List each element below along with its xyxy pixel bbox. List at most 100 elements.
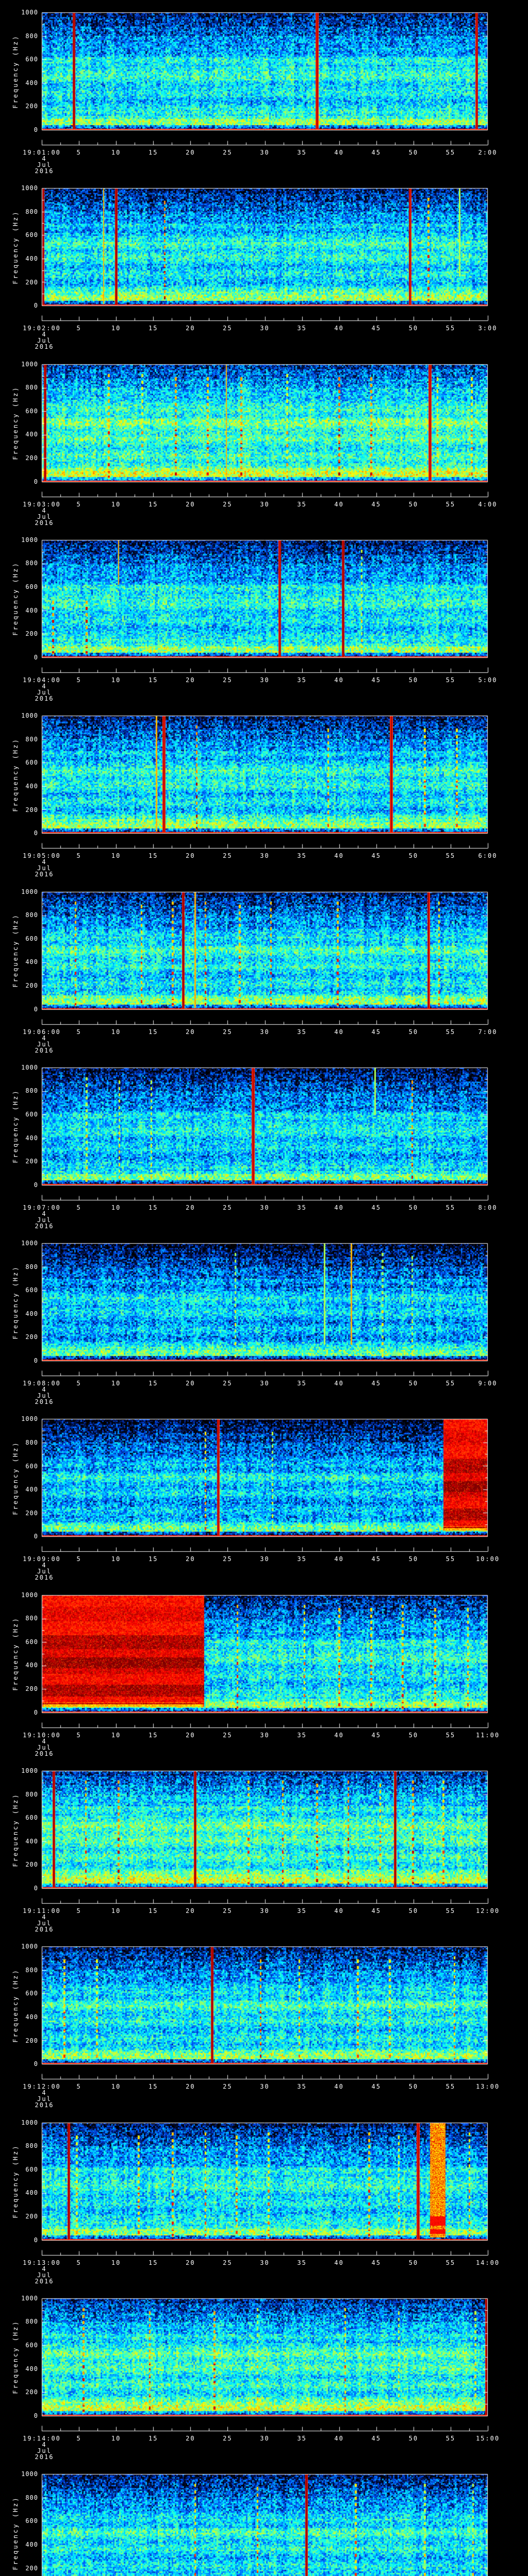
y-tick-label: 800 (25, 911, 38, 919)
y-tick-label: 800 (25, 1615, 38, 1622)
x-tick-label: 25 (223, 1380, 233, 1387)
x-tick-label: 30 (260, 1731, 270, 1739)
x-tick-label: 50 (408, 1380, 419, 1387)
y-tick-label: 200 (25, 1509, 38, 1517)
x-tick-label: 15 (148, 852, 158, 860)
x-tick-label: 50 (408, 1731, 419, 1739)
x-axis-end-time: 8:00 (478, 1204, 498, 1211)
x-axis-date-line: 2016 (35, 1046, 54, 1054)
x-tick-label: 25 (223, 500, 233, 508)
x-tick-label: 15 (148, 2434, 158, 2442)
x-tick-label: 15 (148, 1731, 158, 1739)
x-axis-end-time: 2:00 (478, 149, 498, 156)
x-tick-label: 55 (446, 2083, 456, 2091)
x-tick-label: 45 (371, 852, 381, 860)
y-tick-label: 0 (34, 302, 38, 310)
x-axis-date-line: 2016 (35, 167, 54, 175)
spectrogram-panel: Frequency (Hz) 0200400600800100051015202… (0, 351, 528, 528)
x-tick-label: 45 (371, 676, 381, 684)
x-tick-label: 55 (446, 1731, 456, 1739)
x-tick-label: 25 (223, 2434, 233, 2442)
x-axis-end-time: 11:00 (475, 1731, 500, 1739)
x-axis-date-line: 2016 (35, 1574, 54, 1582)
x-tick-label: 50 (408, 852, 419, 860)
y-tick-label: 800 (25, 2142, 38, 2150)
x-tick-label: 50 (408, 500, 419, 508)
x-axis-end-time: 6:00 (478, 852, 498, 860)
y-tick-label: 1000 (21, 712, 38, 720)
y-tick-label: 800 (25, 1966, 38, 1974)
x-tick-label: 25 (223, 1731, 233, 1739)
x-tick-label: 15 (148, 1204, 158, 1211)
x-tick-label: 45 (371, 1907, 381, 1914)
x-tick-label: 25 (223, 1907, 233, 1914)
y-tick-label: 600 (25, 759, 38, 767)
x-tick-label: 35 (297, 1204, 307, 1211)
x-tick-label: 30 (260, 1907, 270, 1914)
x-tick-label: 20 (186, 149, 195, 156)
x-axis-date-line: 2016 (35, 519, 54, 527)
x-tick-label: 40 (334, 1380, 344, 1387)
y-tick-label: 600 (25, 1990, 38, 1997)
x-tick-label: 55 (446, 2259, 456, 2266)
y-tick-label: 400 (25, 431, 38, 438)
x-tick-label: 15 (148, 1028, 158, 1036)
x-tick-label: 50 (408, 1907, 419, 1914)
x-tick-label: 35 (297, 325, 307, 332)
y-tick-label: 1000 (21, 1591, 38, 1599)
x-tick-label: 35 (297, 2259, 307, 2266)
x-axis-end-time: 9:00 (478, 1380, 498, 1387)
y-tick-label: 600 (25, 1462, 38, 1470)
x-tick-label: 15 (148, 676, 158, 684)
y-tick-label: 400 (25, 2189, 38, 2197)
x-tick-label: 10 (111, 1907, 121, 1914)
x-axis-end-time: 15:00 (475, 2434, 500, 2442)
x-axis-end-time: 13:00 (475, 2083, 500, 2091)
x-tick-label: 5 (76, 1731, 81, 1739)
x-tick-label: 10 (111, 2259, 121, 2266)
y-tick-label: 200 (25, 981, 38, 989)
y-tick-label: 0 (34, 2236, 38, 2244)
y-tick-label: 0 (34, 2060, 38, 2068)
x-tick-label: 30 (260, 676, 270, 684)
x-tick-label: 5 (76, 1907, 81, 1914)
y-axis-title: Frequency (Hz) (12, 562, 19, 636)
y-tick-label: 400 (25, 2365, 38, 2372)
x-tick-label: 45 (371, 325, 381, 332)
x-axis-end-time: 12:00 (475, 1907, 500, 1914)
x-tick-label: 10 (111, 1204, 121, 1211)
x-tick-label: 40 (334, 676, 344, 684)
x-axis-date-line: 2016 (35, 1398, 54, 1406)
y-tick-label: 400 (25, 1486, 38, 1494)
x-tick-label: 45 (371, 1028, 381, 1036)
x-tick-label: 20 (186, 2083, 195, 2091)
x-tick-label: 5 (76, 1204, 81, 1211)
x-tick-label: 30 (260, 149, 270, 156)
y-tick-label: 600 (25, 1286, 38, 1294)
x-tick-label: 5 (76, 676, 81, 684)
x-axis-date-line: 2016 (35, 694, 54, 702)
spectrogram-panel: Frequency (Hz) 0200400600800100051015202… (0, 1582, 528, 1758)
x-tick-label: 5 (76, 500, 81, 508)
x-tick-label: 15 (148, 1555, 158, 1563)
y-tick-label: 1000 (21, 888, 38, 895)
spectrogram-panel: Frequency (Hz) 0200400600800100051015202… (0, 176, 528, 352)
x-tick-label: 15 (148, 1907, 158, 1914)
x-tick-label: 55 (446, 1380, 456, 1387)
y-tick-label: 600 (25, 935, 38, 942)
x-tick-label: 45 (371, 500, 381, 508)
x-tick-label: 35 (297, 2083, 307, 2091)
y-tick-label: 600 (25, 2342, 38, 2349)
x-tick-label: 35 (297, 1907, 307, 1914)
y-tick-label: 200 (25, 278, 38, 286)
x-tick-label: 35 (297, 1380, 307, 1387)
x-tick-label: 55 (446, 676, 456, 684)
x-tick-label: 50 (408, 2434, 419, 2442)
x-tick-label: 35 (297, 500, 307, 508)
x-tick-label: 25 (223, 1204, 233, 1211)
x-tick-label: 5 (76, 1380, 81, 1387)
spectrogram-panel: Frequency (Hz) 0200400600800100051015202… (0, 527, 528, 703)
spectrogram-panel: Frequency (Hz) 0200400600800100051015202… (0, 2462, 528, 2576)
y-axis-title: Frequency (Hz) (12, 34, 19, 109)
x-tick-label: 55 (446, 1555, 456, 1563)
